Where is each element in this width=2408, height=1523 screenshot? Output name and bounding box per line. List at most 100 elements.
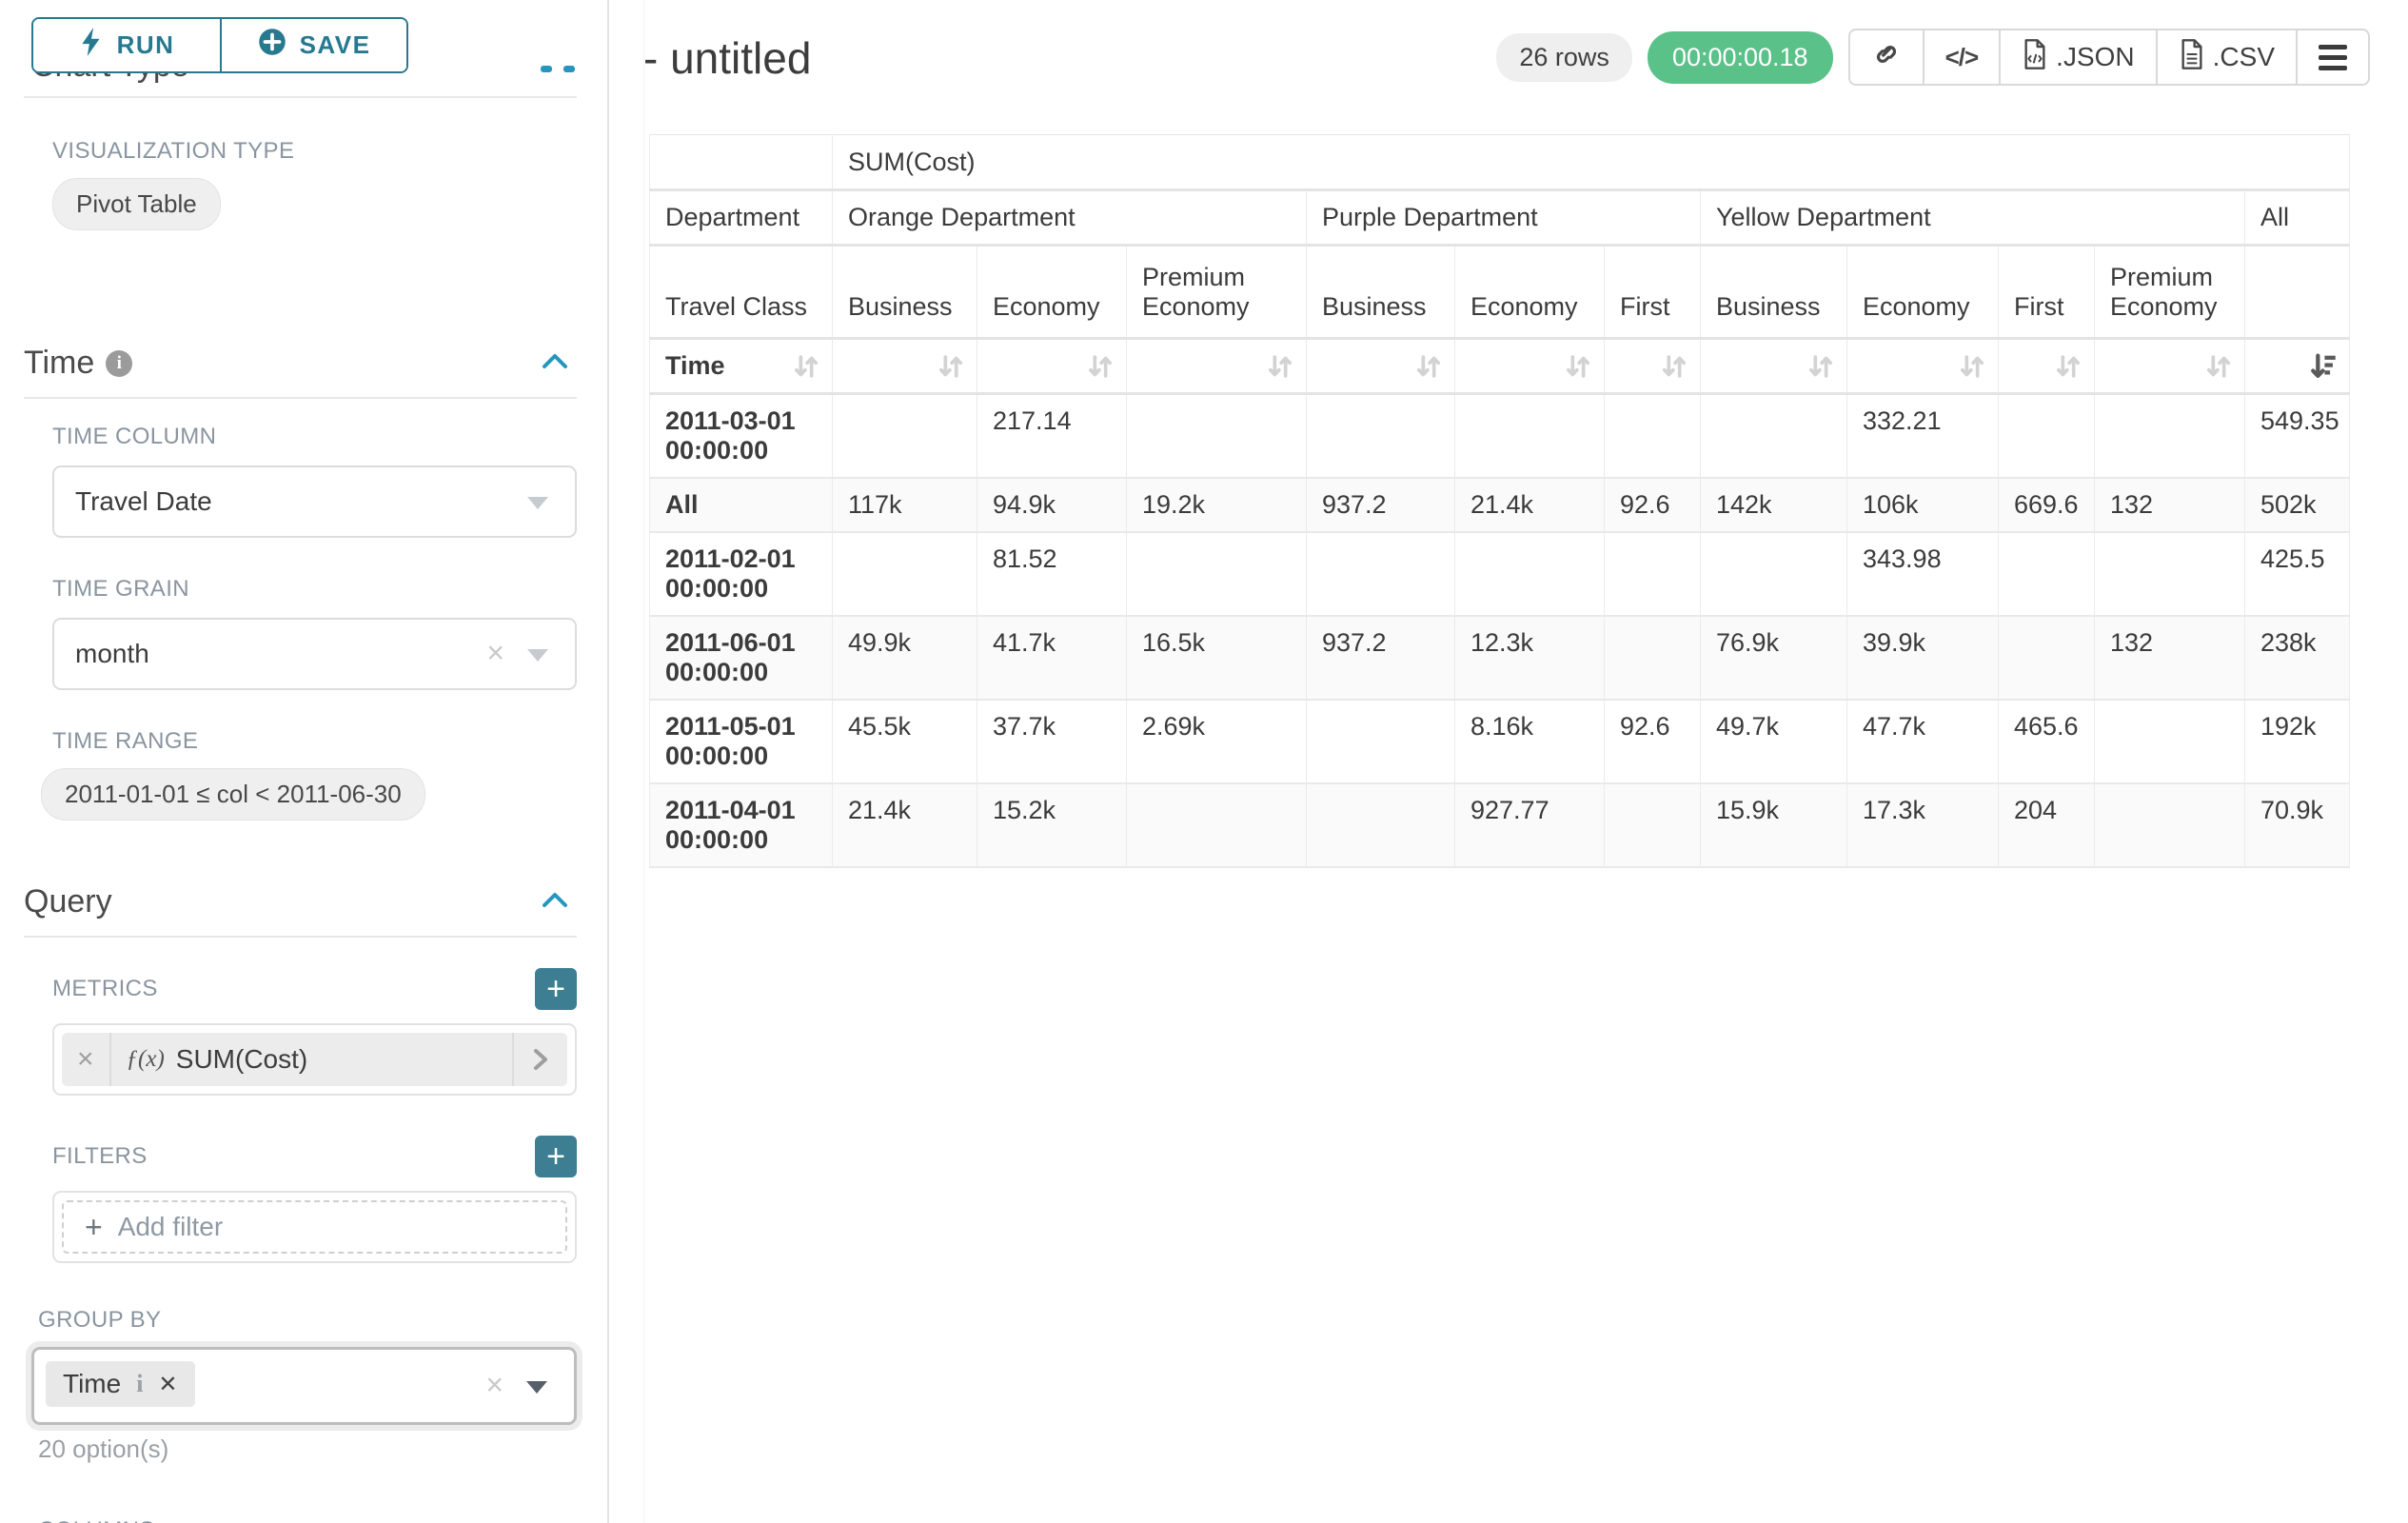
value-cell: 49.7k (1701, 700, 1847, 783)
value-cell: 16.5k (1127, 616, 1307, 700)
add-metric-button[interactable]: + (535, 968, 577, 1010)
more-options-button[interactable] (2296, 30, 2368, 84)
value-cell (2095, 532, 2245, 616)
sort-icon[interactable] (1956, 350, 1988, 383)
value-cell (1127, 783, 1307, 867)
value-cell: 21.4k (1455, 478, 1605, 532)
info-icon[interactable]: i (136, 1370, 143, 1398)
value-cell: 192k (2245, 700, 2350, 783)
metric-chip-body: ƒ(x) SUM(Cost) (111, 1033, 512, 1086)
value-cell: 425.5 (2245, 532, 2350, 616)
export-button-group: </> .JSON .CSV (1848, 29, 2370, 86)
value-cell: 106k (1847, 478, 1999, 532)
sort-header-active (2245, 339, 2350, 394)
value-cell (2095, 783, 2245, 867)
metric-expand-icon[interactable] (512, 1033, 567, 1086)
table-row: 2011-04-01 00:00:0021.4k15.2k927.7715.9k… (650, 783, 2350, 867)
value-cell: 70.9k (2245, 783, 2350, 867)
value-cell: 47.7k (1847, 700, 1999, 783)
selected-option-chip[interactable]: Timei✕ (46, 1361, 195, 1407)
column-class-header: Premium Economy (1127, 246, 1307, 339)
csv-file-icon (2179, 39, 2205, 76)
chevron-up-icon[interactable] (539, 883, 571, 920)
column-class-header: Business (1701, 246, 1847, 339)
embed-code-button[interactable]: </> (1923, 30, 2000, 84)
column-group-header: Yellow Department (1701, 190, 2245, 246)
caret-down-icon (527, 649, 548, 662)
sort-icon[interactable] (2052, 350, 2084, 383)
clear-icon[interactable]: × (485, 1370, 503, 1400)
value-cell: 332.21 (1847, 394, 1999, 479)
save-button[interactable]: SAVE (220, 19, 406, 71)
add-filter-button[interactable]: + Add filter (62, 1200, 567, 1254)
panel-resize-handle[interactable] (541, 66, 575, 72)
table-row: All117k94.9k19.2k937.221.4k92.6142k106k6… (650, 478, 2350, 532)
visualization-type-pill[interactable]: Pivot Table (52, 178, 221, 230)
value-cell (1307, 532, 1455, 616)
run-button[interactable]: RUN (33, 19, 220, 71)
chart-title[interactable]: - untitled (643, 32, 811, 84)
remove-metric-icon[interactable]: × (62, 1033, 111, 1086)
sort-icon[interactable] (1084, 350, 1116, 383)
sort-icon[interactable] (790, 350, 822, 383)
value-cell (1127, 532, 1307, 616)
value-cell: 117k (833, 478, 977, 532)
sort-header (1455, 339, 1605, 394)
sort-icon[interactable] (1805, 350, 1837, 383)
sort-icon[interactable] (2202, 350, 2235, 383)
sort-icon[interactable] (1412, 350, 1445, 383)
sort-icon[interactable] (1562, 350, 1594, 383)
export-csv-button[interactable]: .CSV (2156, 30, 2296, 84)
sort-descending-icon[interactable] (2307, 350, 2339, 383)
row-label-cell: All (650, 478, 833, 532)
chart-header: - untitled 26 rows 00:00:00.18 </> (609, 0, 2408, 114)
value-cell (1307, 783, 1455, 867)
clear-icon[interactable]: × (486, 638, 504, 668)
time-section-header: Time i (24, 345, 571, 382)
sort-header (833, 339, 977, 394)
caret-down-icon[interactable] (526, 1381, 547, 1394)
copy-link-button[interactable] (1850, 30, 1923, 84)
value-cell (1605, 532, 1701, 616)
value-cell (1701, 394, 1847, 479)
group-by-label: GROUP BY (38, 1307, 607, 1334)
value-cell: 132 (2095, 478, 2245, 532)
value-cell: 15.9k (1701, 783, 1847, 867)
value-cell: 204 (1999, 783, 2095, 867)
value-cell: 669.6 (1999, 478, 2095, 532)
value-cell: 343.98 (1847, 532, 1999, 616)
time-range-pill[interactable]: 2011-01-01 ≤ col < 2011-06-30 (41, 768, 425, 821)
group-by-select[interactable]: Timei✕ × (31, 1347, 577, 1425)
add-filter-plus-button[interactable]: + (535, 1136, 577, 1177)
columns-label: COLUMNS (38, 1517, 607, 1523)
export-csv-label: .CSV (2213, 42, 2275, 72)
chart-header-actions: 26 rows 00:00:00.18 </> (1496, 29, 2370, 86)
value-cell: 21.4k (833, 783, 977, 867)
value-cell (1701, 532, 1847, 616)
sort-icon[interactable] (935, 350, 967, 383)
info-icon[interactable]: i (106, 350, 132, 377)
chevron-up-icon[interactable] (539, 345, 571, 382)
lightning-icon (79, 28, 104, 63)
value-cell: 17.3k (1847, 783, 1999, 867)
export-json-button[interactable]: .JSON (1999, 30, 2155, 84)
value-cell (1127, 394, 1307, 479)
column-group-header: Purple Department (1307, 190, 1701, 246)
metric-chip[interactable]: × ƒ(x) SUM(Cost) (62, 1033, 567, 1086)
remove-chip-icon[interactable]: ✕ (158, 1371, 177, 1398)
run-button-label: RUN (117, 30, 175, 60)
link-icon (1871, 39, 1902, 76)
sort-icon[interactable] (1658, 350, 1690, 383)
row-label-cell: 2011-05-01 00:00:00 (650, 700, 833, 783)
pivot-table: SUM(Cost)DepartmentOrange DepartmentPurp… (649, 134, 2350, 868)
time-grain-select[interactable]: month × (52, 618, 577, 690)
sort-icon[interactable] (1264, 350, 1296, 383)
explore-page: Chart Type RUN SAVE VISUALIZATION TYPE (0, 0, 2408, 1523)
time-column-select[interactable]: Travel Date (52, 465, 577, 538)
json-file-icon (2022, 39, 2048, 76)
value-cell: 927.77 (1455, 783, 1605, 867)
value-cell: 238k (2245, 616, 2350, 700)
value-cell: 502k (2245, 478, 2350, 532)
group-by-options-note: 20 option(s) (38, 1434, 607, 1464)
value-cell (1605, 783, 1701, 867)
